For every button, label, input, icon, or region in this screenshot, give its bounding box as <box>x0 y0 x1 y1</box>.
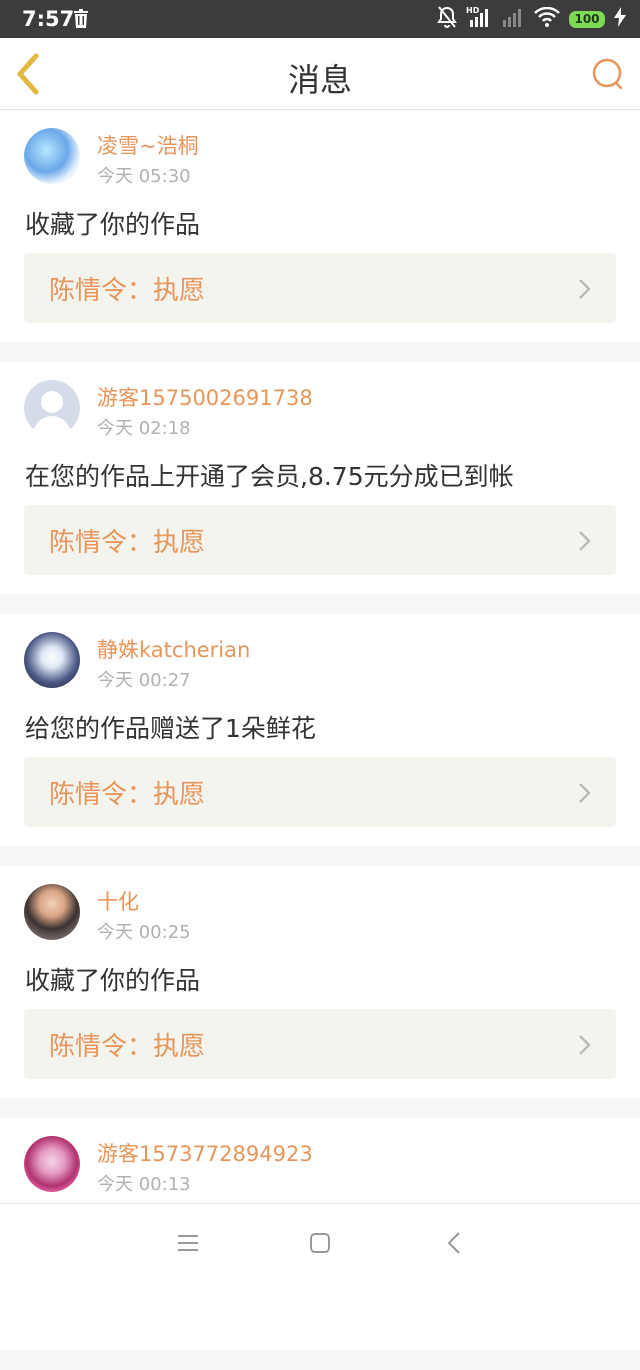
title-bar: 消息 <box>0 38 640 110</box>
bell-off-icon <box>437 6 457 32</box>
list-item: 凌雪~浩桐 今天 05:30 收藏了你的作品 陈情令：执愿 <box>0 110 640 342</box>
work-title: 陈情令：执愿 <box>49 780 206 810</box>
home-square-icon <box>310 1233 330 1253</box>
menu-icon <box>178 1235 198 1251</box>
work-link[interactable]: 陈情令：执愿 <box>24 1009 616 1079</box>
timestamp: 今天 00:27 <box>97 670 191 691</box>
timestamp: 今天 05:30 <box>97 166 191 187</box>
list-item: 游客1575002691738 今天 02:18 在您的作品上开通了会员,8.7… <box>0 362 640 594</box>
message-text: 在您的作品上开通了会员,8.75元分成已到帐 <box>25 462 514 491</box>
signal-icon <box>501 6 525 32</box>
message-text: 收藏了你的作品 <box>25 210 201 239</box>
username[interactable]: 游客1575002691738 <box>97 382 313 412</box>
page-title: 消息 <box>287 61 352 99</box>
work-title: 陈情令：执愿 <box>49 1032 206 1062</box>
trash-icon <box>73 9 89 32</box>
avatar[interactable] <box>24 128 80 184</box>
search-button[interactable] <box>590 56 626 92</box>
charging-icon <box>614 7 626 31</box>
svg-text:HD: HD <box>466 6 480 15</box>
wifi-icon <box>534 6 560 31</box>
chevron-right-icon <box>579 783 591 803</box>
timestamp: 今天 00:13 <box>97 1174 191 1195</box>
message-list: 凌雪~浩桐 今天 05:30 收藏了你的作品 陈情令：执愿 游客15750026… <box>0 110 640 1370</box>
work-link[interactable]: 陈情令：执愿 <box>24 253 616 323</box>
work-link[interactable]: 陈情令：执愿 <box>24 505 616 575</box>
status-time: 7:57 <box>22 7 75 31</box>
list-item: 十化 今天 00:25 收藏了你的作品 陈情令：执愿 <box>0 866 640 1098</box>
search-icon <box>592 58 623 90</box>
back-triangle-icon <box>447 1232 460 1254</box>
username[interactable]: 静姝katcherian <box>97 634 250 664</box>
username[interactable]: 游客1573772894923 <box>97 1138 313 1168</box>
username[interactable]: 十化 <box>97 886 139 916</box>
hd-signal-icon: HD <box>466 6 492 32</box>
status-icons: HD 100 <box>437 6 626 32</box>
username[interactable]: 凌雪~浩桐 <box>97 130 199 160</box>
chevron-right-icon <box>579 531 591 551</box>
avatar[interactable] <box>24 632 80 688</box>
nav-bar <box>0 1203 640 1280</box>
chevron-right-icon <box>579 279 591 299</box>
message-text: 给您的作品赠送了1朵鲜花 <box>25 714 316 743</box>
back-nav-button[interactable] <box>442 1230 468 1256</box>
work-title: 陈情令：执愿 <box>49 528 206 558</box>
chevron-right-icon <box>579 1035 591 1055</box>
menu-button[interactable] <box>175 1230 201 1256</box>
timestamp: 今天 02:18 <box>97 418 191 439</box>
list-item: 静姝katcherian 今天 00:27 给您的作品赠送了1朵鲜花 陈情令：执… <box>0 614 640 846</box>
avatar[interactable] <box>24 380 80 436</box>
home-button[interactable] <box>307 1230 333 1256</box>
work-link[interactable]: 陈情令：执愿 <box>24 757 616 827</box>
avatar[interactable] <box>24 1136 80 1192</box>
avatar[interactable] <box>24 884 80 940</box>
timestamp: 今天 00:25 <box>97 922 191 943</box>
battery-icon: 100 <box>569 10 605 28</box>
work-title: 陈情令：执愿 <box>49 276 206 306</box>
message-text: 收藏了你的作品 <box>25 966 201 995</box>
status-bar: 7:57 HD 100 <box>0 0 640 38</box>
